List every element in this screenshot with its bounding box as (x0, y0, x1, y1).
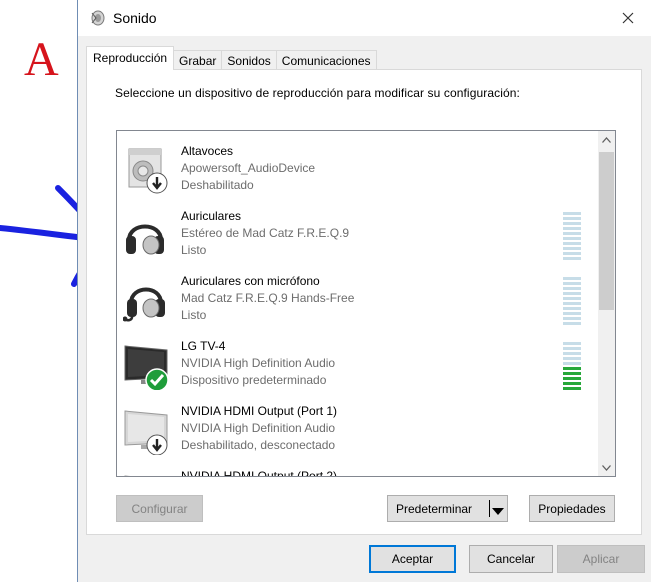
scroll-up-button[interactable] (598, 131, 615, 148)
level-segment (563, 287, 581, 290)
scroll-thumb[interactable] (599, 152, 614, 310)
device-name: Altavoces (181, 144, 234, 158)
device-driver: NVIDIA High Definition Audio (181, 421, 336, 435)
tab-reproduccion[interactable]: Reproducción (86, 46, 175, 70)
headset-mic-icon (122, 275, 171, 325)
tab-grabar[interactable]: Grabar (173, 50, 223, 70)
device-name: NVIDIA HDMI Output (Port 1) (181, 404, 338, 418)
properties-button[interactable]: Propiedades (529, 495, 615, 522)
headphones-icon (123, 210, 171, 260)
title-bar: Sonido (78, 0, 651, 36)
device-item-auriculares[interactable]: Auriculares Estéreo de Mad Catz F.R.E.Q.… (117, 202, 593, 267)
apply-button[interactable]: Aplicar (557, 545, 645, 573)
device-status: Listo (181, 308, 207, 322)
device-status: Deshabilitado, desconectado (181, 438, 336, 452)
playback-panel: Seleccione un dispositivo de reproducció… (86, 69, 642, 535)
annotation-letter: A (24, 33, 59, 86)
level-segment (563, 232, 581, 235)
close-icon (622, 12, 634, 24)
level-segment (563, 312, 581, 315)
level-segment (563, 277, 581, 280)
set-default-split-button[interactable]: Predeterminar (387, 495, 508, 522)
level-meter (563, 277, 581, 327)
level-segment (563, 372, 581, 375)
device-item-hdmi-port2[interactable]: NVIDIA HDMI Output (Port 2) (117, 462, 593, 477)
dropdown-arrow-icon[interactable] (492, 505, 504, 519)
level-segment (563, 222, 581, 225)
window-title: Sonido (113, 10, 157, 26)
instruction-text: Seleccione un dispositivo de reproducció… (115, 86, 520, 100)
level-segment (563, 347, 581, 350)
configure-button[interactable]: Configurar (116, 495, 203, 522)
sound-dialog: Sonido Reproducción Grabar Sonidos Comun… (77, 0, 651, 582)
speaker-icon (90, 10, 106, 29)
level-segment (563, 362, 581, 365)
monitor-icon (123, 340, 171, 392)
level-segment (563, 257, 581, 260)
set-default-label[interactable]: Predeterminar (388, 502, 472, 516)
level-segment (563, 357, 581, 360)
device-status: Dispositivo predeterminado (181, 373, 327, 387)
level-segment (563, 252, 581, 255)
level-segment (563, 322, 581, 325)
level-segment (563, 247, 581, 250)
monitor-icon (123, 470, 171, 476)
scroll-down-button[interactable] (598, 459, 615, 476)
device-driver: Mad Catz F.R.E.Q.9 Hands-Free (181, 291, 355, 305)
speaker-box-icon (123, 145, 171, 195)
level-segment (563, 212, 581, 215)
level-segment (563, 352, 581, 355)
device-driver: NVIDIA High Definition Audio (181, 356, 336, 370)
level-segment (563, 367, 581, 370)
tab-sonidos[interactable]: Sonidos (221, 50, 277, 70)
level-segment (563, 292, 581, 295)
level-segment (563, 307, 581, 310)
device-status: Listo (181, 243, 207, 257)
cancel-button[interactable]: Cancelar (469, 545, 553, 573)
level-segment (563, 387, 581, 390)
default-check-icon (145, 368, 169, 392)
level-segment (563, 342, 581, 345)
level-segment (563, 217, 581, 220)
device-item-auriculares-microfono[interactable]: Auriculares con micrófono Mad Catz F.R.E… (117, 267, 593, 332)
device-list-scrollbar[interactable] (598, 131, 615, 476)
level-segment (563, 282, 581, 285)
level-segment (563, 302, 581, 305)
device-name: Auriculares con micrófono (181, 274, 320, 288)
device-name: LG TV-4 (181, 339, 226, 353)
chevron-down-icon (602, 464, 611, 471)
tab-strip: Reproducción Grabar Sonidos Comunicacion… (86, 46, 377, 70)
device-list[interactable]: Altavoces Apowersoft_AudioDevice Deshabi… (116, 130, 616, 477)
level-segment (563, 377, 581, 380)
level-segment (563, 237, 581, 240)
level-segment (563, 317, 581, 320)
device-item-altavoces[interactable]: Altavoces Apowersoft_AudioDevice Deshabi… (117, 137, 593, 202)
level-meter (563, 342, 581, 392)
device-driver: Estéreo de Mad Catz F.R.E.Q.9 (181, 226, 350, 240)
monitor-icon (123, 405, 171, 456)
level-segment (563, 242, 581, 245)
device-item-hdmi-port1[interactable]: NVIDIA HDMI Output (Port 1) NVIDIA High … (117, 397, 593, 462)
device-status: Deshabilitado (181, 178, 254, 192)
level-segment (563, 227, 581, 230)
tab-comunicaciones[interactable]: Comunicaciones (275, 50, 377, 70)
accept-button[interactable]: Aceptar (369, 545, 456, 573)
device-driver: Apowersoft_AudioDevice (181, 161, 316, 175)
chevron-up-icon (602, 136, 611, 143)
device-name: Auriculares (181, 209, 242, 223)
device-item-lg-tv[interactable]: LG TV-4 NVIDIA High Definition Audio Dis… (117, 332, 593, 397)
device-name: NVIDIA HDMI Output (Port 2) (181, 469, 338, 477)
level-meter (563, 212, 581, 262)
level-segment (563, 382, 581, 385)
disabled-badge-icon (146, 434, 168, 456)
disabled-badge-icon (146, 172, 168, 194)
close-button[interactable] (605, 0, 651, 36)
level-segment (563, 297, 581, 300)
